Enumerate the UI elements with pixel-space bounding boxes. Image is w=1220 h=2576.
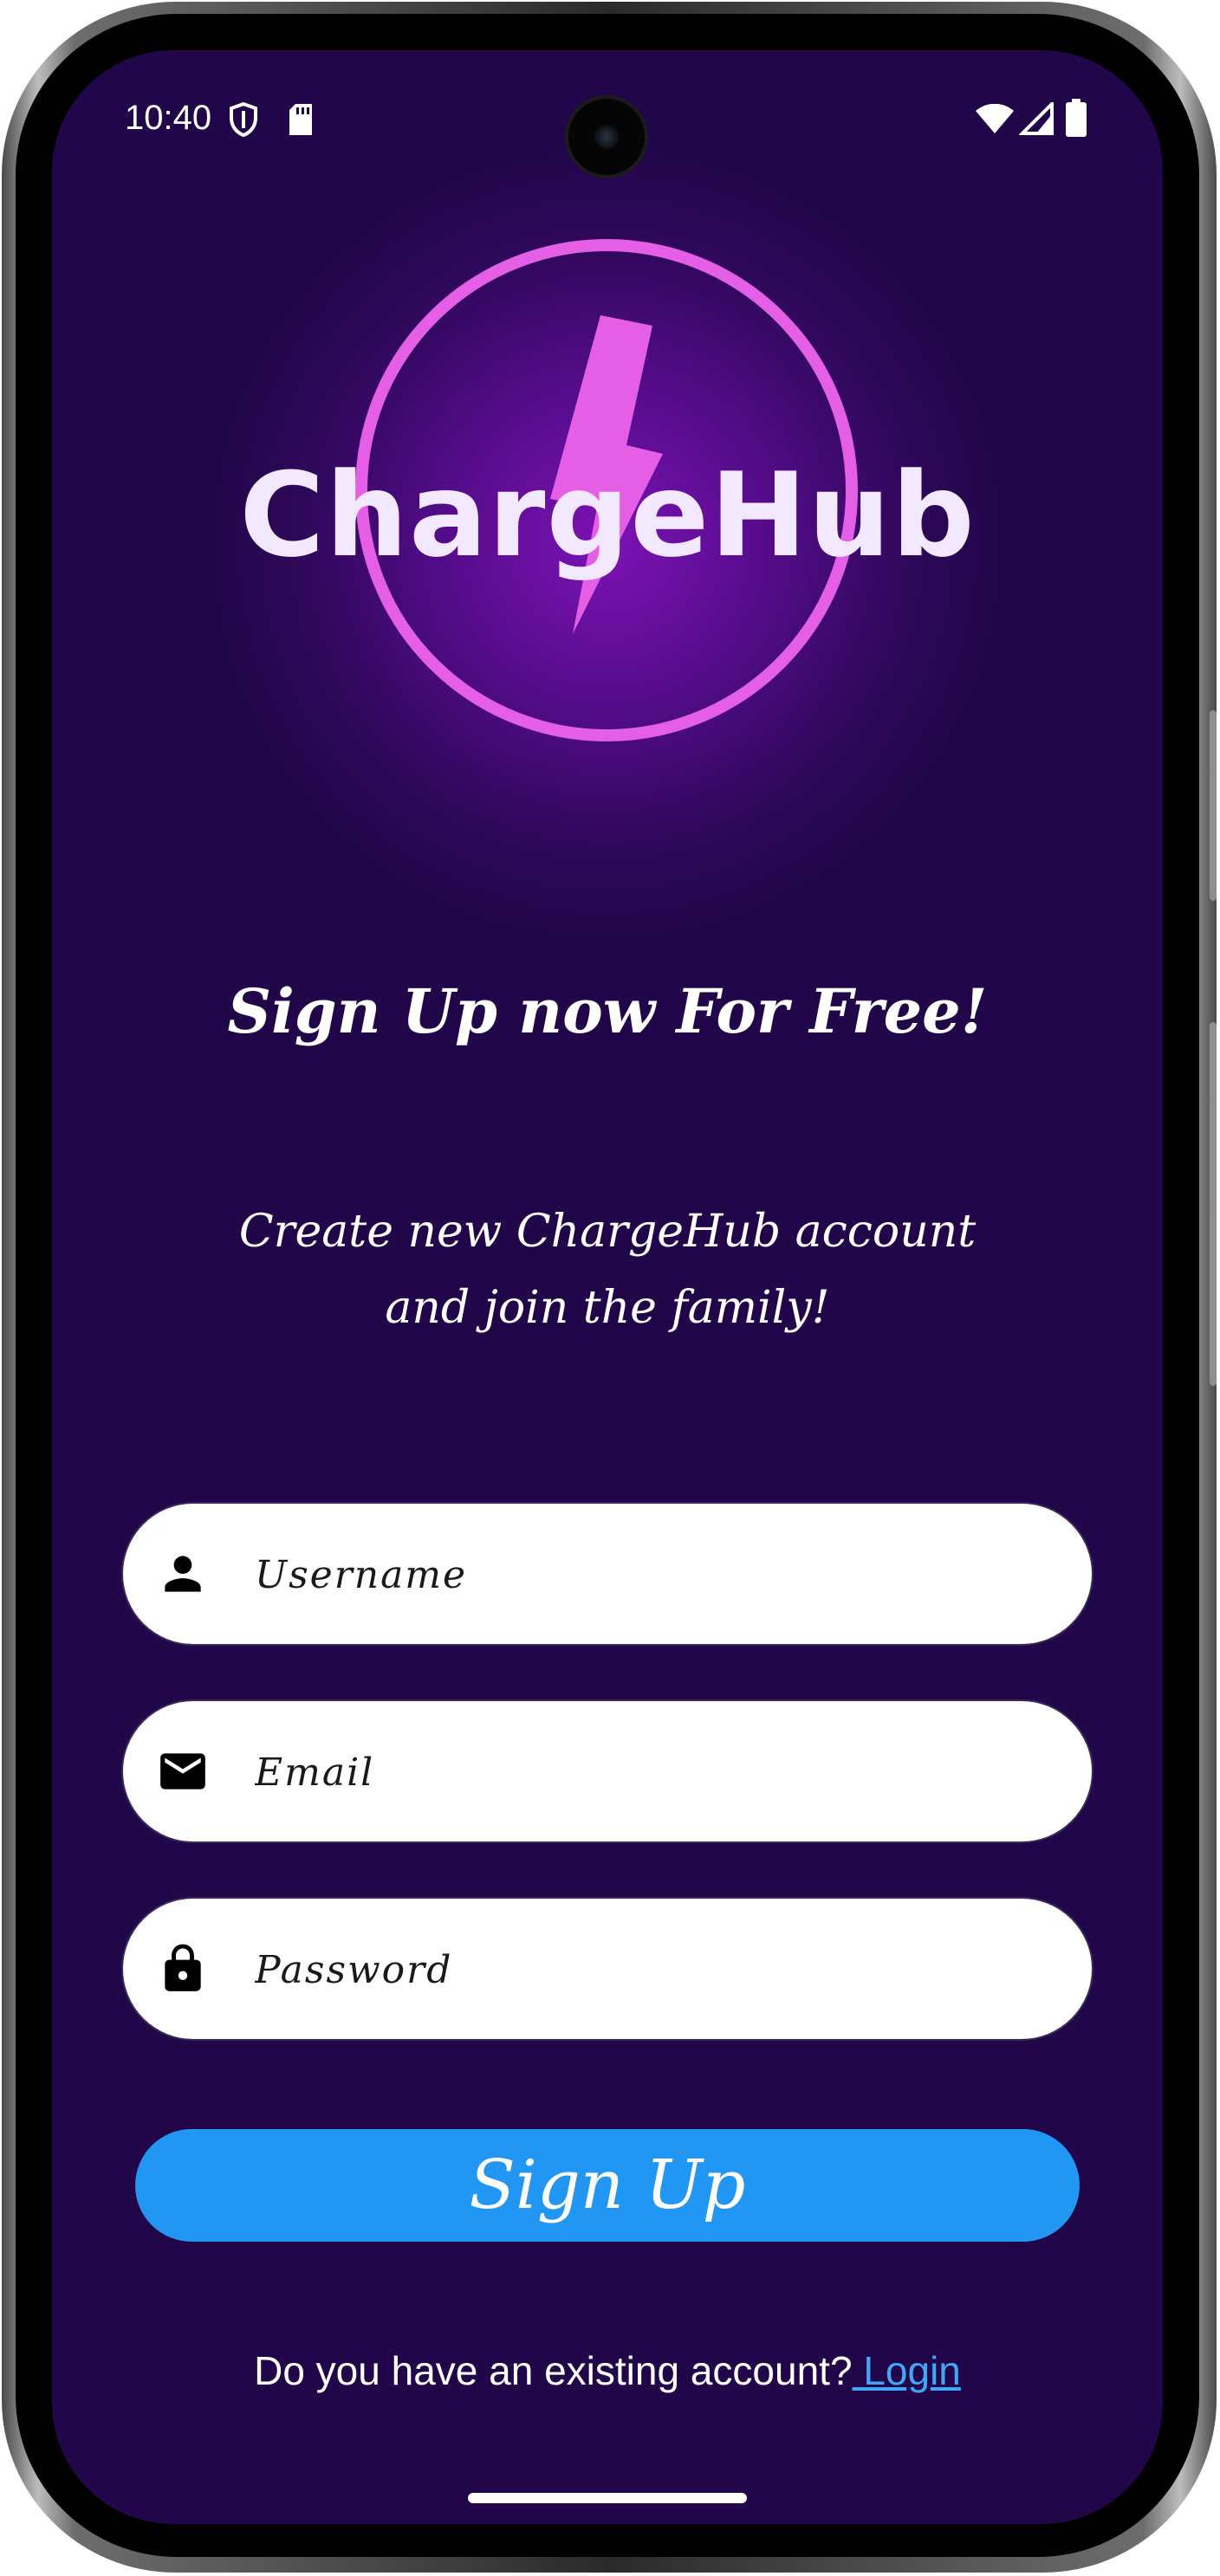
login-link[interactable]: Login [853, 2348, 961, 2393]
lock-icon [165, 1944, 201, 1991]
shield-icon [230, 102, 257, 137]
page-subtitle: Create new ChargeHub account and join th… [52, 1194, 1163, 1346]
sd-card-icon [289, 104, 312, 135]
signal-icon [1019, 102, 1054, 135]
login-prompt-text: Do you have an existing account? [254, 2348, 853, 2393]
username-input[interactable] [253, 1504, 1036, 1646]
username-field[interactable] [121, 1502, 1093, 1646]
password-field[interactable] [121, 1897, 1093, 2041]
gesture-home-bar[interactable] [468, 2493, 747, 2503]
login-prompt: Do you have an existing account? Login [52, 2347, 1163, 2394]
status-time: 10:40 [125, 99, 212, 137]
front-camera [565, 95, 648, 178]
battery-icon [1066, 99, 1087, 137]
mail-icon [160, 1753, 205, 1790]
subtitle-line-1: Create new ChargeHub account [238, 1206, 977, 1258]
person-icon [165, 1556, 201, 1592]
password-input[interactable] [253, 1899, 1036, 2041]
phone-side-button [1210, 710, 1217, 901]
page-title: Sign Up now For Free! [227, 975, 988, 1047]
sign-up-button[interactable]: Sign Up [135, 2129, 1080, 2242]
email-field[interactable] [121, 1699, 1093, 1843]
email-input[interactable] [253, 1701, 1036, 1843]
app-screen: 10:40 ChargeHub Sign Up now For Free! Cr… [52, 50, 1163, 2524]
app-logo-text: ChargeHub [239, 448, 976, 583]
wifi-icon [976, 104, 1014, 133]
subtitle-line-2: and join the family! [385, 1282, 830, 1334]
phone-side-button [1210, 1022, 1217, 1386]
